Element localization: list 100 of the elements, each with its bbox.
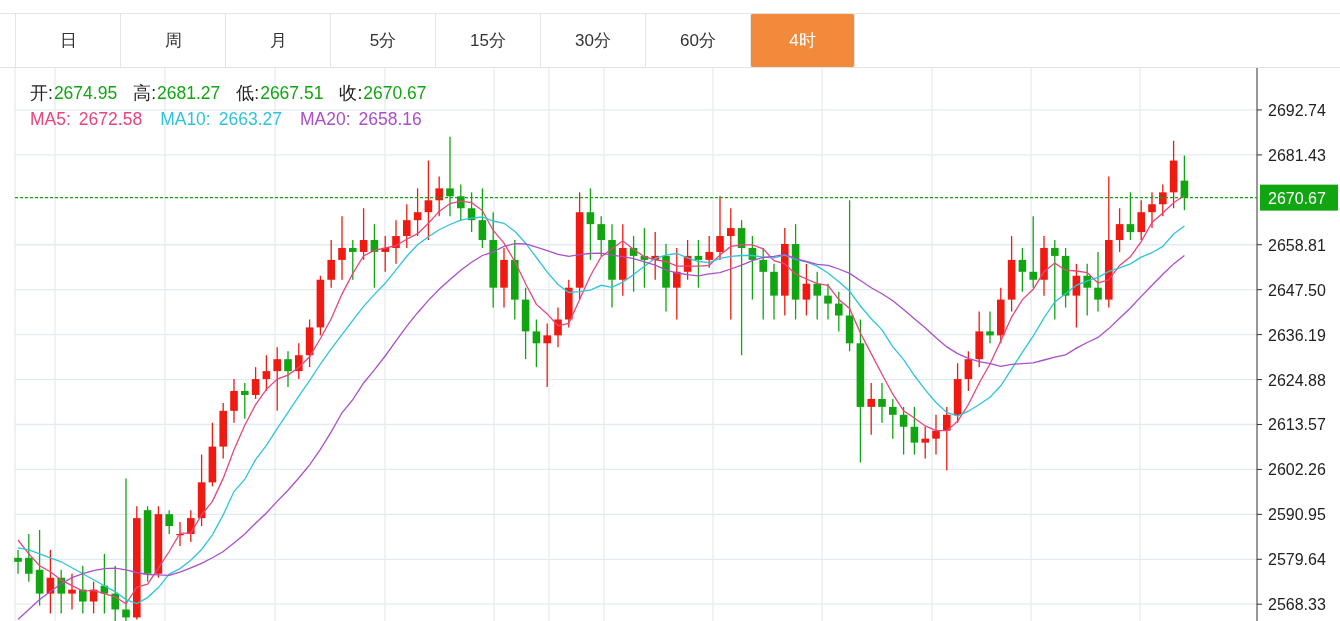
candlestick: [1126, 191, 1135, 241]
candlestick: [392, 219, 400, 265]
candlestick: [629, 235, 638, 293]
candlestick: [46, 549, 55, 615]
candlestick: [219, 402, 227, 460]
axis-label: 2692.74: [1268, 101, 1326, 119]
legend-value: 2658.16: [358, 108, 422, 131]
candlestick: [338, 215, 346, 281]
axis-label: 2613.57: [1268, 416, 1326, 434]
candlestick: [1180, 154, 1189, 211]
candlestick: [230, 378, 238, 424]
candlestick: [565, 279, 573, 329]
candlestick: [273, 346, 281, 412]
candlestick: [316, 275, 325, 336]
candlestick: [435, 175, 443, 217]
legend-value: 2663.27: [218, 108, 282, 131]
candlestick: [100, 553, 109, 615]
axis-label: 2568.33: [1268, 596, 1326, 614]
candlestick: [748, 235, 757, 301]
candlestick: [694, 239, 703, 289]
candlestick: [467, 191, 476, 233]
candlestick: [921, 426, 929, 460]
candlestick: [1072, 263, 1081, 329]
candlestick: [1018, 247, 1027, 293]
candlestick: [770, 263, 778, 321]
candlestick: [835, 291, 843, 333]
candlestick: [953, 362, 962, 424]
candlestick: [403, 203, 411, 249]
candlestick: [716, 195, 724, 261]
candlestick: [305, 318, 314, 368]
axis-label: 2681.43: [1268, 146, 1326, 164]
candlestick: [543, 322, 551, 388]
candlestick: [867, 382, 875, 436]
legend-label: 高:: [133, 82, 156, 105]
candlestick: [111, 565, 119, 621]
candlestick: [1115, 207, 1124, 253]
candlestick: [802, 263, 811, 317]
candlestick: [975, 310, 983, 368]
candlestick: [262, 354, 271, 392]
candlestick: [1094, 251, 1102, 313]
candlestick: [413, 187, 422, 237]
legend-value: 2667.51: [260, 82, 324, 105]
price-label: 2670.67: [1268, 189, 1326, 207]
candlestick: [187, 509, 195, 543]
candlestick: [295, 342, 303, 380]
candlestick: [176, 521, 184, 547]
candlestick: [662, 243, 670, 313]
axis-label: 2579.64: [1268, 551, 1326, 569]
candlestick: [284, 350, 292, 388]
candlestick: [89, 581, 98, 615]
axis-label: 2636.19: [1268, 326, 1326, 344]
candlestick: [824, 283, 832, 321]
legend-value: 2670.67: [363, 82, 427, 105]
legend-label: 低:: [236, 82, 260, 105]
candlestick: [986, 310, 994, 344]
candlestick: [165, 509, 173, 535]
legend-label: 收:: [339, 82, 363, 105]
legend-label: MA5:: [30, 108, 71, 131]
candlestick: [532, 318, 541, 368]
axis-label: 2602.26: [1268, 461, 1326, 479]
candlestick: [457, 183, 465, 221]
candlestick: [683, 239, 692, 281]
candlestick: [25, 533, 33, 583]
candlestick: [813, 271, 821, 321]
candlestick: [1083, 263, 1091, 317]
candlestick: [878, 382, 886, 424]
candlestick: [943, 406, 951, 472]
legend-label: 开:: [30, 82, 53, 105]
candlestick: [1159, 183, 1167, 217]
legend-value: 2681.27: [157, 82, 221, 105]
legend-value: 2672.58: [78, 108, 143, 131]
candlestick: [964, 350, 973, 392]
axis-label: 2647.50: [1268, 281, 1326, 299]
candlestick: [705, 235, 713, 269]
candlestick: [327, 239, 335, 289]
candlestick: [640, 227, 649, 289]
candlestick: [554, 306, 562, 348]
candlestick: [651, 231, 659, 281]
candlestick: [1148, 191, 1156, 229]
candlestick: [1040, 235, 1048, 297]
candlestick: [478, 187, 487, 249]
candlestick: [208, 422, 217, 487]
candlestick: [370, 223, 379, 289]
candlestick: [14, 549, 22, 575]
candlestick: [597, 215, 605, 257]
legend-value: 2674.95: [53, 82, 118, 105]
candlestick: [899, 406, 908, 456]
axis-label: 2624.88: [1268, 371, 1326, 389]
candlestick: [932, 414, 940, 456]
candlestick: [359, 207, 368, 261]
candlestick: [381, 235, 389, 273]
candlestick: [57, 569, 65, 615]
axis-label: 2658.81: [1268, 236, 1326, 254]
candlestick: [889, 398, 897, 440]
candlestick: [349, 239, 357, 281]
candlestick: [1169, 140, 1178, 209]
candlestick: [1137, 199, 1145, 241]
candlestick: [1061, 247, 1070, 309]
candlestick: [68, 573, 76, 611]
axis-label: 2590.95: [1268, 506, 1326, 524]
